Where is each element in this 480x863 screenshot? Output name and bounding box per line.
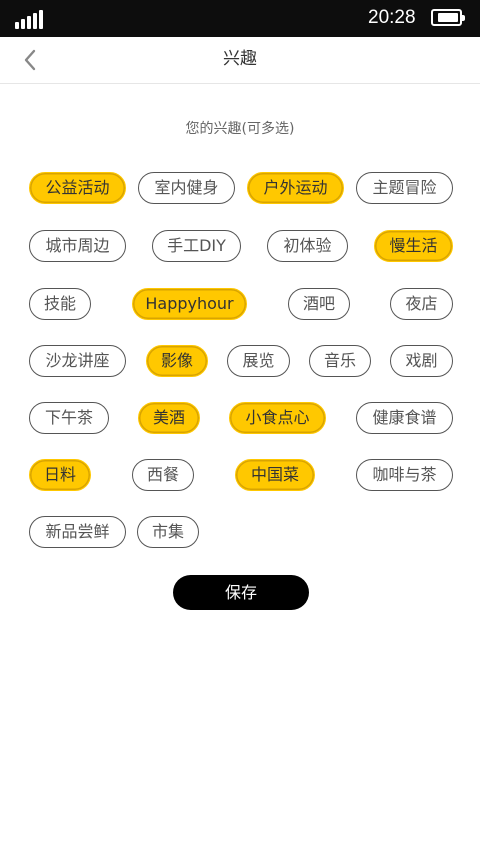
interest-tag[interactable]: 酒吧 (288, 288, 350, 320)
interest-tag[interactable]: 戏剧 (390, 345, 453, 377)
interest-tag[interactable]: 沙龙讲座 (29, 345, 126, 377)
battery-icon (431, 9, 465, 26)
battery-level (438, 13, 458, 22)
interest-tag[interactable]: 户外运动 (247, 172, 344, 204)
interest-tag[interactable]: 市集 (137, 516, 199, 548)
interest-tag[interactable]: 主题冒险 (356, 172, 453, 204)
status-bar: 20:28 (0, 0, 480, 37)
interest-tag[interactable]: 西餐 (132, 459, 194, 491)
interest-tag[interactable]: 室内健身 (138, 172, 235, 204)
interest-tag[interactable]: 健康食谱 (356, 402, 453, 434)
interest-tag[interactable]: 音乐 (309, 345, 371, 377)
interest-tag[interactable]: 美酒 (138, 402, 200, 434)
status-time: 20:28 (368, 7, 416, 28)
interest-tag[interactable]: 影像 (146, 345, 208, 377)
interest-tag[interactable]: 初体验 (267, 230, 348, 262)
interest-tag[interactable]: 技能 (29, 288, 91, 320)
interest-tag[interactable]: Happyhour (132, 288, 247, 320)
save-button[interactable]: 保存 (173, 575, 309, 610)
page-title: 兴趣 (223, 49, 257, 69)
interest-tag[interactable]: 公益活动 (29, 172, 126, 204)
interest-tag[interactable]: 日料 (29, 459, 91, 491)
interest-tag[interactable]: 展览 (227, 345, 290, 377)
interest-tag[interactable]: 新品尝鲜 (29, 516, 126, 548)
interest-tag[interactable]: 城市周边 (29, 230, 126, 262)
interest-tag[interactable]: 慢生活 (374, 230, 453, 262)
nav-bar: 兴趣 (0, 37, 480, 84)
interest-tag[interactable]: 手工DIY (152, 230, 241, 262)
interest-tag[interactable]: 小食点心 (229, 402, 326, 434)
interest-tag[interactable]: 下午茶 (29, 402, 109, 434)
interest-tag[interactable]: 咖啡与茶 (356, 459, 453, 491)
signal-icon (15, 9, 45, 29)
interest-tag[interactable]: 中国菜 (235, 459, 315, 491)
interest-tag[interactable]: 夜店 (390, 288, 453, 320)
subtitle: 您的兴趣(可多选) (185, 121, 295, 137)
